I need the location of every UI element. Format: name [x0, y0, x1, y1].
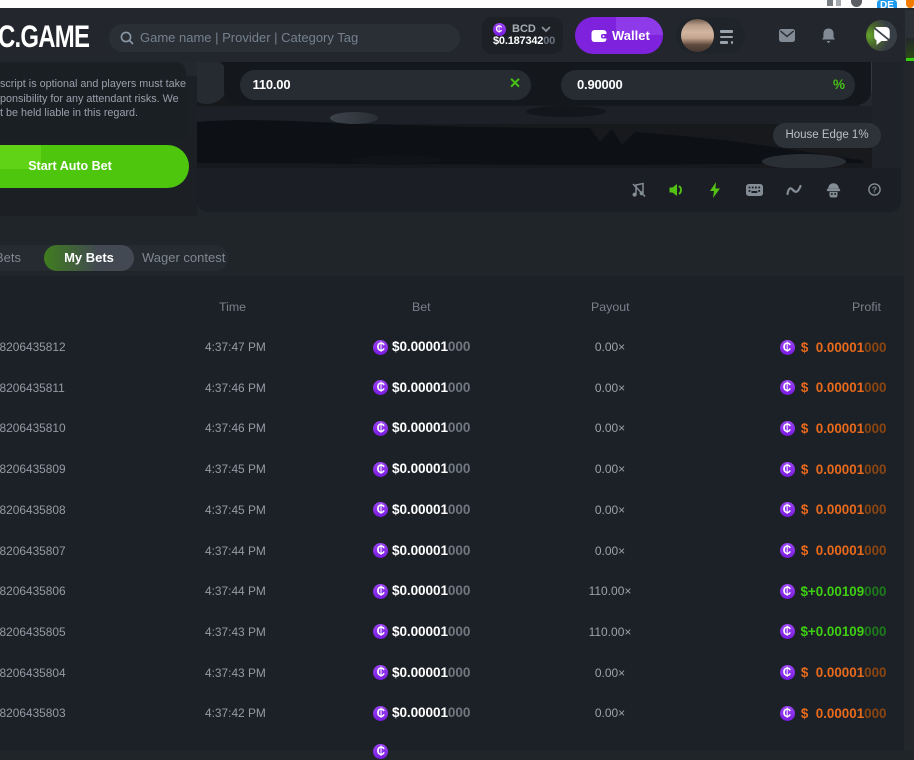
svg-text:?: ? [872, 184, 877, 194]
